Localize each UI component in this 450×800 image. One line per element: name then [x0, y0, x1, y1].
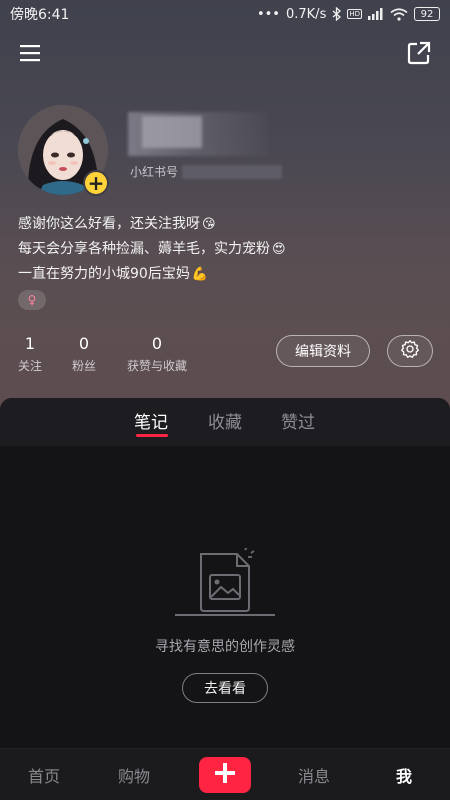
status-time: 傍晚6:41 [10, 7, 70, 23]
stat-following-count: 1 [24, 334, 36, 353]
username-redacted [128, 112, 268, 156]
bio-emoji: 😘 [202, 217, 216, 232]
empty-state-text: 寻找有意思的创作灵感 [155, 639, 295, 655]
stat-followers[interactable]: 0 粉丝 [72, 334, 96, 374]
bio-line-text: 一直在努力的小城90后宝妈 [18, 266, 190, 282]
settings-button[interactable] [387, 335, 433, 367]
edit-profile-button[interactable]: 编辑资料 [276, 335, 370, 367]
bio-emoji: 💪 [191, 267, 209, 282]
tabs-bar: 笔记 收藏 赞过 [0, 398, 450, 446]
create-post-button[interactable] [199, 757, 251, 793]
nav-shop[interactable]: 购物 [118, 763, 150, 787]
stat-followers-count: 0 [78, 334, 90, 353]
bluetooth-icon [332, 7, 342, 21]
bio: 感谢你这么好看，还关注我呀 😘 每天会分享各种捡漏、薅羊毛，实力宠粉 😍 一直在努力… [18, 212, 286, 287]
stat-following-label: 关注 [18, 359, 43, 373]
hd-icon: HD [347, 9, 362, 19]
stat-following[interactable]: 1 关注 [18, 334, 42, 374]
stat-likes[interactable]: 0 获赞与收藏 [127, 334, 187, 374]
tab-liked[interactable]: 赞过 [281, 408, 315, 433]
content-panel: 笔记 收藏 赞过 寻找有意思的创作灵感 去看看 [0, 398, 450, 748]
network-speed: 0.7K/s [285, 6, 327, 22]
go-explore-button[interactable]: 去看看 [182, 673, 268, 703]
battery-level: 92 [420, 8, 434, 20]
share-icon[interactable] [406, 40, 432, 66]
user-id-label: 小红书号 [130, 165, 179, 179]
tab-collections[interactable]: 收藏 [208, 408, 242, 433]
bottom-nav: 首页 购物 消息 我 [0, 748, 450, 800]
plus-icon [214, 762, 236, 788]
tab-active-indicator [136, 434, 168, 437]
bio-line-text: 每天会分享各种捡漏、薅羊毛，实力宠粉 [18, 241, 270, 257]
menu-icon[interactable] [18, 40, 44, 66]
gear-icon [400, 339, 420, 363]
stat-followers-label: 粉丝 [72, 359, 97, 373]
user-id-line: 小红书号 [130, 163, 283, 180]
nav-home[interactable]: 首页 [28, 763, 60, 787]
stat-likes-label: 获赞与收藏 [127, 359, 188, 373]
bio-line: 感谢你这么好看，还关注我呀 😘 [18, 212, 286, 237]
status-bar: 傍晚6:41 ••• 0.7K/s HD 92 [0, 0, 450, 28]
gender-tag: ♀ [18, 290, 46, 310]
tab-notes[interactable]: 笔记 [134, 408, 168, 433]
wifi-icon [390, 7, 408, 21]
user-id-redacted [182, 164, 283, 179]
signal-icon [368, 8, 384, 20]
add-avatar-button[interactable]: + [83, 170, 109, 196]
bio-line-text: 感谢你这么好看，还关注我呀 [18, 216, 200, 232]
battery-icon: 92 [414, 7, 440, 21]
bio-emoji: 😍 [272, 242, 286, 257]
dots-icon: ••• [256, 6, 280, 22]
bio-line: 每天会分享各种捡漏、薅羊毛，实力宠粉 😍 [18, 237, 286, 262]
nav-messages[interactable]: 消息 [298, 763, 330, 787]
nav-me[interactable]: 我 [396, 763, 412, 787]
bio-line: 一直在努力的小城90后宝妈 💪 [18, 262, 286, 287]
profile-header-background [0, 0, 450, 420]
stat-likes-count: 0 [151, 334, 163, 353]
empty-note-icon [175, 546, 275, 618]
